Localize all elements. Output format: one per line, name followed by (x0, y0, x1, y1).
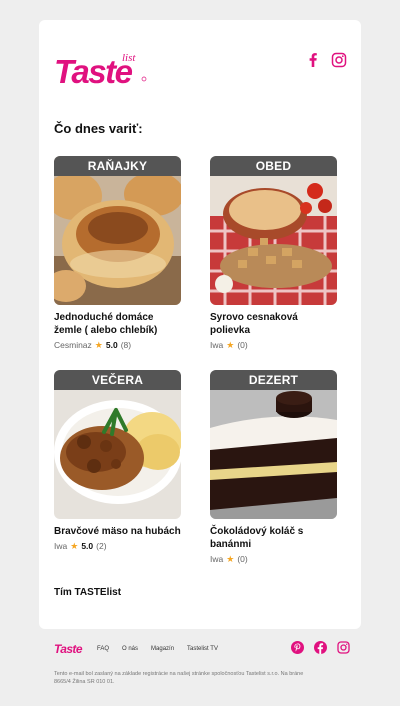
footer-link-about[interactable]: O nás (122, 646, 138, 652)
footer-link-tv[interactable]: Tastelist TV (187, 646, 218, 652)
category-badge: VEČERA (54, 370, 181, 390)
star-icon: ★ (226, 340, 235, 350)
svg-text:Taste: Taste (54, 642, 83, 655)
recipe-rating: 5.0 (105, 340, 118, 350)
footer-link-magazine[interactable]: Magazín (151, 646, 174, 652)
section-heading: Čo dnes variť: (54, 121, 143, 136)
recipe-title[interactable]: Bravčové mäso na hubách (54, 525, 181, 538)
footer-logo[interactable]: Taste (54, 641, 88, 656)
recipe-title[interactable]: Čokoládový koláč s banánmi (210, 525, 337, 551)
recipe-card[interactable]: DEZERT Čokoládový koláč s banánmi Iwa ★ … (210, 370, 337, 565)
recipe-rating-count: (0) (237, 340, 248, 350)
footer-social (291, 641, 350, 654)
footer-link-faq[interactable]: FAQ (97, 646, 109, 652)
recipe-meta: Iwa ★ (0) (210, 339, 337, 351)
recipe-image[interactable]: RAŇAJKY (54, 156, 181, 305)
category-badge: RAŇAJKY (54, 156, 181, 176)
recipe-image[interactable]: OBED (210, 156, 337, 305)
legal-text: Tento e-mail bol zaslaný na základe regi… (54, 671, 304, 685)
recipe-meta: Iwa ★ (0) (210, 553, 337, 565)
recipe-meta: Iwa ★ 5.0 (2) (54, 540, 181, 552)
signature: Tím TASTElist (54, 587, 122, 598)
recipe-rating-count: (8) (120, 340, 132, 350)
recipe-rating-count: (0) (237, 554, 248, 564)
category-badge: OBED (210, 156, 337, 176)
recipe-author: Iwa (54, 541, 68, 551)
tastelist-logo[interactable]: Taste list (54, 50, 149, 90)
instagram-icon[interactable] (337, 641, 350, 654)
facebook-icon[interactable] (305, 52, 321, 68)
recipe-author: Cesminaz (54, 340, 92, 350)
svg-text:list: list (122, 52, 136, 64)
star-icon: ★ (94, 340, 103, 350)
recipe-rating-count: (2) (96, 541, 107, 551)
star-icon: ★ (70, 541, 79, 551)
recipe-image[interactable]: DEZERT (210, 370, 337, 519)
star-icon: ★ (226, 554, 235, 564)
recipe-meta: Cesminaz ★ 5.0 (8) (54, 339, 181, 351)
recipe-card[interactable]: VEČERA Bravčové mäso na hubách Iwa ★ 5.0… (54, 370, 181, 552)
recipe-card[interactable]: OBED Syrovo cesnaková polievka Iwa ★ (0) (210, 156, 337, 351)
recipe-rating: 5.0 (81, 541, 94, 551)
recipe-card[interactable]: RAŇAJKY Jednoduché domáce žemle ( alebo … (54, 156, 181, 351)
recipe-author: Iwa (210, 554, 224, 564)
facebook-icon[interactable] (314, 641, 327, 654)
footer: Taste FAQ O nás Magazín Tastelist TV Ten… (54, 641, 350, 685)
footer-links: FAQ O nás Magazín Tastelist TV (97, 646, 218, 652)
header-social (305, 52, 347, 68)
recipe-title[interactable]: Syrovo cesnaková polievka (210, 311, 337, 337)
instagram-icon[interactable] (331, 52, 347, 68)
category-badge: DEZERT (210, 370, 337, 390)
recipe-title[interactable]: Jednoduché domáce žemle ( alebo chlebík) (54, 311, 181, 337)
recipe-image[interactable]: VEČERA (54, 370, 181, 519)
email-card: Taste list Čo dnes variť: RAŇAJKY Jednod… (39, 20, 361, 629)
recipe-author: Iwa (210, 340, 224, 350)
svg-text:Taste: Taste (54, 53, 133, 90)
pinterest-icon[interactable] (291, 641, 304, 654)
